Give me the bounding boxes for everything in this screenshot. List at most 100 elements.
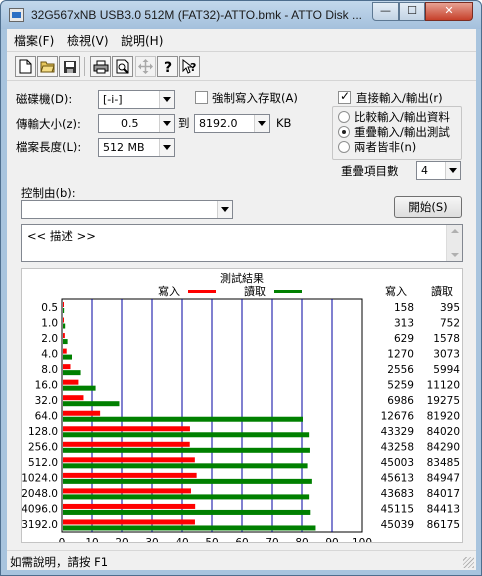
write-bar <box>63 426 190 432</box>
write-bar <box>63 503 196 509</box>
print-icon[interactable] <box>90 56 111 77</box>
minimize-button[interactable]: — <box>372 2 399 21</box>
new-document-icon[interactable] <box>15 56 36 77</box>
drive-select[interactable]: [-i-] <box>98 90 175 109</box>
read-value: 84947 <box>427 473 460 485</box>
queue-depth-select[interactable]: 4 <box>416 161 461 180</box>
window-title: 32G567xNB USB3.0 512M (FAT32)-ATTO.bmk -… <box>31 8 362 22</box>
y-tick-label: 2.0 <box>41 333 58 345</box>
queue-depth-label: 重疊項目數 <box>341 164 399 178</box>
write-value: 1270 <box>387 348 414 360</box>
file-length-select[interactable]: 512 MB <box>98 138 175 157</box>
force-write-checkbox[interactable] <box>195 91 208 104</box>
read-value: 395 <box>440 302 460 314</box>
y-tick-label: 64.0 <box>35 411 58 423</box>
write-value: 629 <box>394 333 414 345</box>
move-icon[interactable] <box>135 56 156 77</box>
write-bar <box>63 457 195 463</box>
force-write-label: 強制寫入存取(A) <box>212 91 298 105</box>
read-bar <box>63 432 310 438</box>
read-bar <box>63 401 120 407</box>
read-bar <box>63 385 96 391</box>
controlled-by-label: 控制由(b): <box>21 186 76 200</box>
radio-overlapped-label: 重疊輸入/輸出測試 <box>354 125 450 139</box>
column-write-header: 寫入 <box>385 284 407 298</box>
read-value: 83485 <box>427 457 460 469</box>
chevron-down-icon[interactable] <box>445 162 460 179</box>
write-bar <box>63 333 65 339</box>
read-bar <box>63 463 308 469</box>
read-value: 1578 <box>433 333 460 345</box>
menu-view[interactable]: 檢視(V) <box>67 32 109 49</box>
y-tick-label: 2048.0 <box>22 488 58 500</box>
menu-help[interactable]: 說明(H) <box>121 32 163 49</box>
write-value: 45613 <box>381 473 414 485</box>
write-bar <box>63 441 190 447</box>
resize-grip[interactable] <box>463 557 474 568</box>
read-bar <box>63 478 312 484</box>
client-area: 檔案(F) 檢視(V) 說明(H) ? ? 磁碟機(D): [-i-] 強制寫入… <box>7 29 476 570</box>
write-value: 45115 <box>381 504 414 516</box>
menu-file[interactable]: 檔案(F) <box>14 32 54 49</box>
radio-compare-label: 比較輸入/輸出資料 <box>354 110 450 124</box>
x-tick-label: 80 <box>295 537 308 542</box>
print-preview-icon[interactable] <box>112 56 133 77</box>
menu-bar: 檔案(F) 檢視(V) 說明(H) <box>7 29 476 49</box>
write-value: 43683 <box>381 488 414 500</box>
y-tick-label: 0.5 <box>41 302 58 314</box>
y-tick-label: 1.0 <box>41 317 58 329</box>
chevron-down-icon[interactable] <box>159 139 174 156</box>
write-value: 313 <box>394 317 414 329</box>
write-value: 43258 <box>381 442 414 454</box>
x-tick-label: 10 <box>85 537 98 542</box>
chevron-down-icon[interactable] <box>159 91 174 108</box>
read-value: 19275 <box>427 395 460 407</box>
transfer-from-select[interactable]: 0.5 <box>98 114 175 133</box>
radio-neither[interactable] <box>338 141 350 153</box>
open-folder-icon[interactable] <box>37 56 58 77</box>
title-bar[interactable]: 32G567xNB USB3.0 512M (FAT32)-ATTO.bmk -… <box>1 1 481 29</box>
save-icon[interactable] <box>59 56 80 77</box>
read-value: 5994 <box>433 364 460 376</box>
transfer-to-select[interactable]: 8192.0 <box>194 114 270 133</box>
read-bar <box>63 525 316 531</box>
help-icon[interactable]: ? <box>157 56 178 77</box>
read-bar <box>63 509 311 515</box>
write-value: 2556 <box>387 364 414 376</box>
x-tick-label: 100 <box>352 537 372 542</box>
scroll-up-icon[interactable] <box>451 229 459 233</box>
write-value: 5259 <box>387 379 414 391</box>
description-text: << 描述 >> <box>27 229 96 243</box>
read-value: 84413 <box>427 504 460 516</box>
write-value: 45039 <box>381 519 414 531</box>
x-tick-label: 30 <box>145 537 158 542</box>
y-tick-label: 4.0 <box>41 348 58 360</box>
controlled-by-select[interactable] <box>21 200 233 219</box>
chevron-down-icon[interactable] <box>159 115 174 132</box>
drive-label: 磁碟機(D): <box>16 92 73 106</box>
x-tick-label: 50 <box>205 537 218 542</box>
x-tick-label: 90 <box>325 537 338 542</box>
transfer-to-value: 8192.0 <box>199 117 238 130</box>
radio-overlapped[interactable] <box>338 126 350 138</box>
legend-write-label: 寫入 <box>158 284 180 298</box>
status-bar: 如需說明，請按 F1 <box>7 550 476 570</box>
queue-depth-value: 4 <box>421 164 428 177</box>
close-button[interactable]: ✕ <box>425 2 473 21</box>
direct-io-checkbox[interactable] <box>338 89 351 104</box>
scrollbar[interactable] <box>446 225 462 261</box>
write-bar <box>63 410 101 416</box>
transfer-from-value: 0.5 <box>121 117 139 130</box>
read-bar <box>63 354 73 360</box>
radio-compare[interactable] <box>338 111 350 123</box>
chevron-down-icon[interactable] <box>217 201 232 218</box>
start-button[interactable]: 開始(S) <box>394 196 462 218</box>
read-value: 3073 <box>433 348 460 360</box>
chevron-down-icon[interactable] <box>254 115 269 132</box>
context-help-icon[interactable]: ? <box>179 56 200 77</box>
maximize-button[interactable]: ☐ <box>399 2 425 21</box>
description-textarea[interactable]: << 描述 >> <box>21 224 463 262</box>
read-value: 84290 <box>427 442 460 454</box>
transfer-to-label: 到 <box>178 116 190 130</box>
scroll-down-icon[interactable] <box>451 253 459 257</box>
